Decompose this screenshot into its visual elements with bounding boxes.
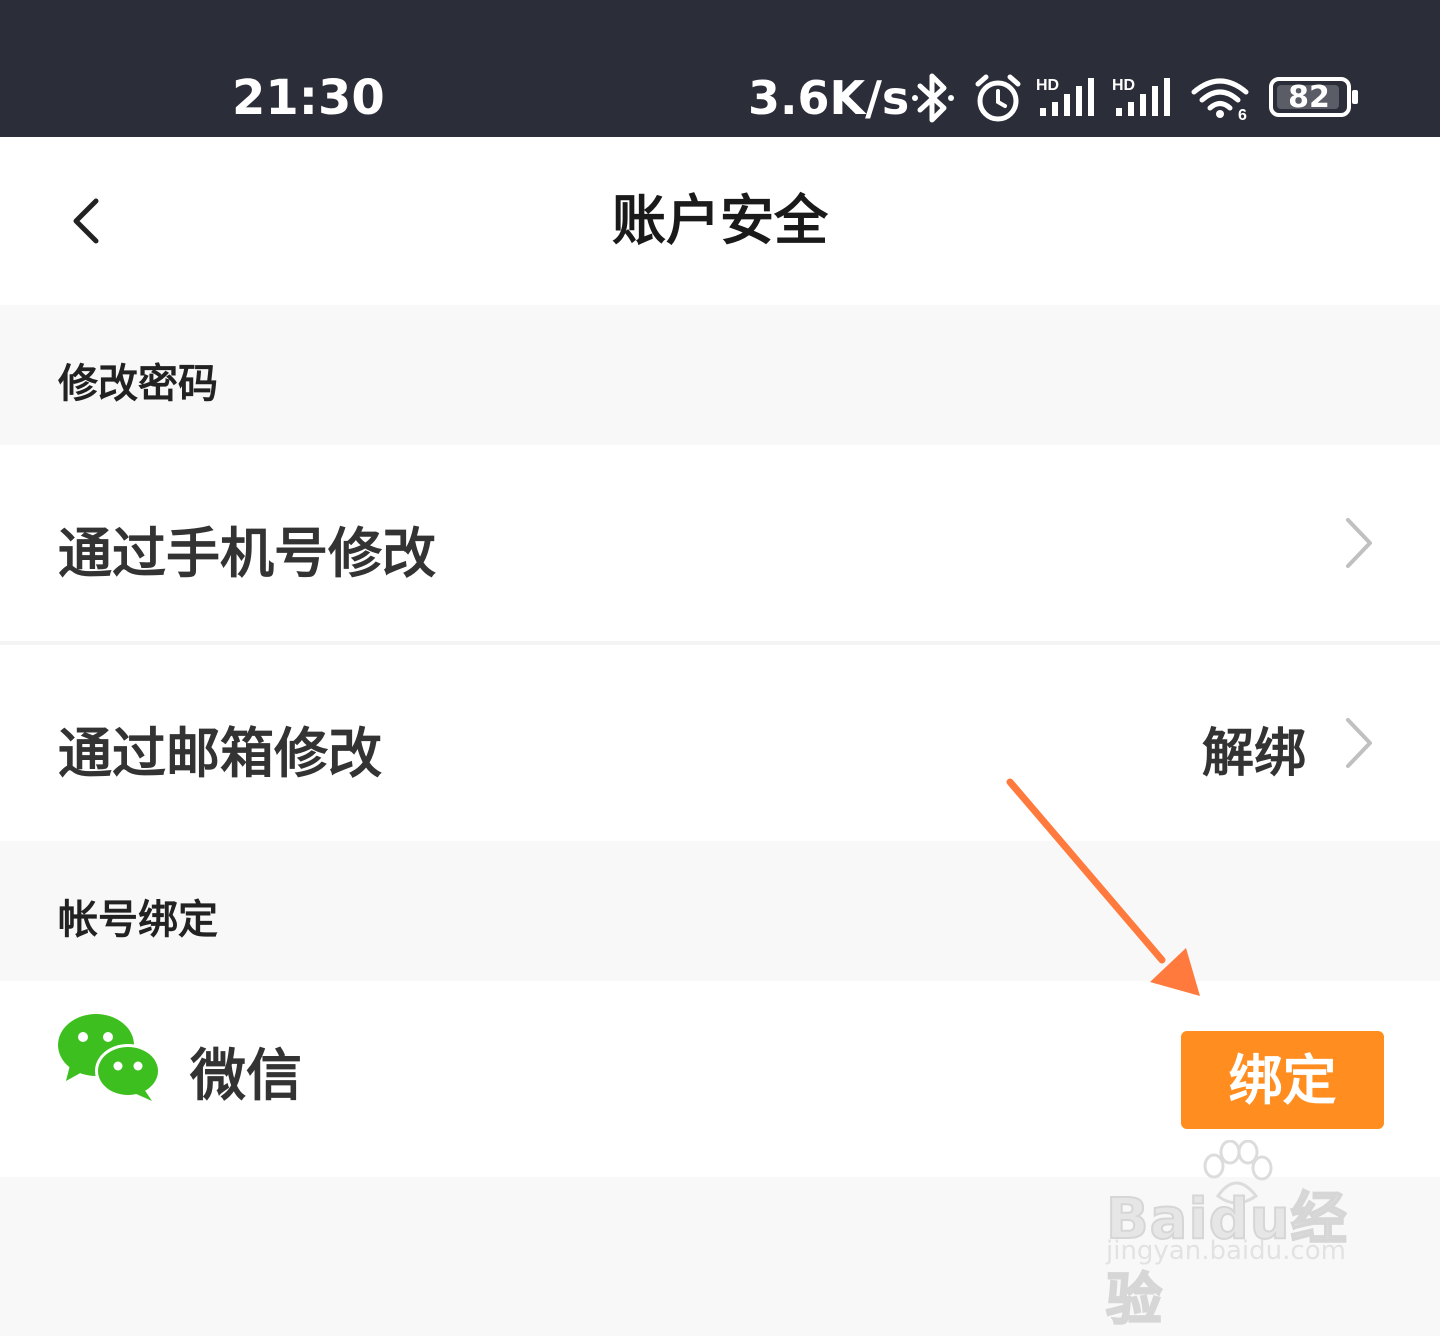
list-item-change-by-email[interactable]: 通过邮箱修改 解绑 [0, 645, 1440, 841]
watermark-url: jingyan.baidu.com [1106, 1236, 1346, 1266]
wifi-icon: 6 [1191, 78, 1249, 122]
chevron-right-icon [1346, 518, 1372, 568]
nav-bar: 账户安全 [0, 137, 1440, 305]
bind-wechat-button[interactable]: 绑定 [1181, 1031, 1384, 1129]
page-title: 账户安全 [612, 189, 828, 252]
wechat-label: 微信 [190, 1044, 302, 1109]
battery-level: 82 [1288, 80, 1330, 115]
section-title: 修改密码 [58, 361, 218, 407]
signal-hd-icon: HD [1112, 77, 1170, 116]
chevron-right-icon [1346, 718, 1372, 768]
watermark: Baidu经验 jingyan.baidu.com [1100, 1140, 1380, 1334]
row-label: 通过手机号修改 [58, 522, 436, 585]
section-header-password: 修改密码 [0, 305, 1440, 445]
section-header-binding: 帐号绑定 [0, 841, 1440, 981]
list-item-change-by-phone[interactable]: 通过手机号修改 [0, 445, 1440, 641]
annotation-arrow-icon [1006, 778, 1200, 996]
svg-text:HD: HD [1112, 77, 1135, 94]
bluetooth-icon [912, 73, 954, 123]
section-title: 帐号绑定 [58, 897, 218, 943]
alarm-icon [975, 74, 1021, 122]
wechat-icon [58, 1014, 161, 1101]
row-label: 通过邮箱修改 [58, 722, 382, 785]
signal-hd-icon: HD [1036, 77, 1094, 116]
status-time: 21:30 [232, 70, 385, 126]
svg-text:6: 6 [1238, 107, 1247, 122]
network-speed: 3.6K/s [748, 71, 910, 125]
status-bar: 21:30 3.6K/s HD HD 6 82 [0, 0, 1440, 137]
svg-text:HD: HD [1036, 77, 1059, 94]
